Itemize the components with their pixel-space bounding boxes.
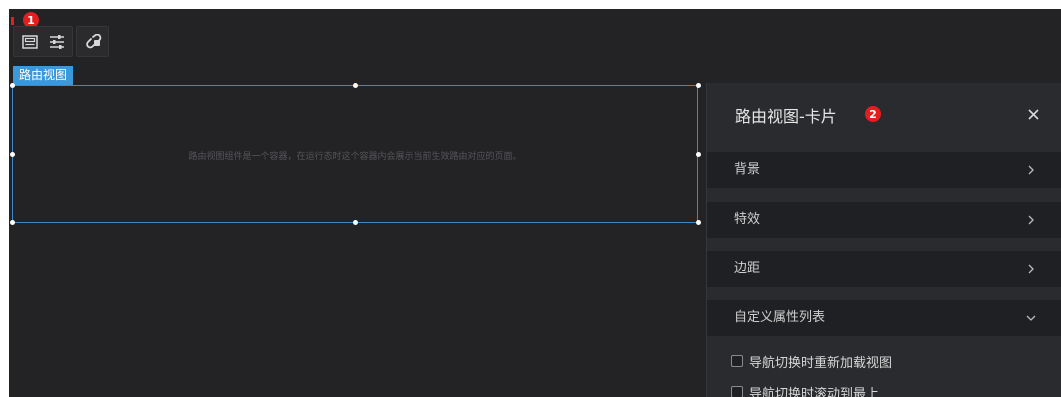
resize-handle-top-center[interactable] [353, 83, 358, 88]
link-button[interactable] [81, 30, 104, 53]
image-settings-button[interactable] [18, 30, 41, 53]
property-panel: 路由视图-卡片 2 背景 特效 边距 自定义属性列表 导航切换时重新加载视图 导… [706, 83, 1061, 397]
reload-view-checkbox[interactable] [731, 355, 743, 367]
resize-handle-top-left[interactable] [10, 83, 15, 88]
resize-handle-bottom-left[interactable] [10, 220, 15, 225]
chevron-right-icon [1028, 215, 1034, 225]
option-label: 导航切换时重新加载视图 [749, 355, 893, 371]
panel-title: 路由视图-卡片 [735, 107, 837, 126]
toolbar-group-main [13, 26, 73, 57]
close-icon [1027, 108, 1039, 120]
panel-header: 路由视图-卡片 2 [707, 83, 1061, 145]
chevron-right-icon [1028, 264, 1034, 274]
property-settings-button[interactable] [45, 30, 68, 53]
selection-marker [11, 17, 14, 25]
router-view-description: 路由视图组件是一个容器，在运行态时这个容器内会展示当前生效路由对应的页面。 [188, 152, 522, 162]
callout-badge-2: 2 [865, 106, 881, 122]
resize-handle-bottom-center[interactable] [353, 220, 358, 225]
section-label: 自定义属性列表 [734, 310, 826, 325]
option-reload-on-navigate[interactable]: 导航切换时重新加载视图 [731, 352, 893, 371]
section-label: 背景 [734, 162, 761, 177]
section-effects[interactable]: 特效 [707, 202, 1061, 238]
section-label: 特效 [734, 212, 761, 227]
resize-handle-middle-left[interactable] [10, 152, 15, 157]
image-icon [21, 34, 38, 49]
resize-handle-bottom-right[interactable] [696, 220, 701, 225]
option-label: 导航切换时滚动到最上 [749, 386, 880, 397]
close-button[interactable] [1024, 105, 1042, 123]
option-scroll-top-on-navigate[interactable]: 导航切换时滚动到最上 [731, 383, 879, 397]
scroll-top-checkbox[interactable] [731, 386, 743, 397]
component-toolbar [13, 26, 109, 57]
component-name-label: 路由视图 [13, 66, 74, 85]
resize-handle-middle-right[interactable] [696, 152, 701, 157]
router-view-container[interactable]: 路由视图组件是一个容器，在运行态时这个容器内会展示当前生效路由对应的页面。 [12, 85, 698, 223]
chevron-down-icon [1026, 315, 1036, 321]
section-custom-attributes[interactable]: 自定义属性列表 [707, 300, 1061, 336]
section-label: 边距 [734, 261, 761, 276]
toolbar-group-link [76, 26, 109, 57]
design-canvas: 1 路由视图 路由视图组件是一个容器，在运行态时这个容器内会展示当前生效路由对应… [9, 9, 1061, 397]
sliders-icon [49, 34, 64, 49]
section-background[interactable]: 背景 [707, 152, 1061, 188]
section-margin[interactable]: 边距 [707, 251, 1061, 287]
link-unlink-icon [85, 33, 101, 48]
chevron-right-icon [1028, 165, 1034, 175]
resize-handle-top-right[interactable] [696, 83, 701, 88]
